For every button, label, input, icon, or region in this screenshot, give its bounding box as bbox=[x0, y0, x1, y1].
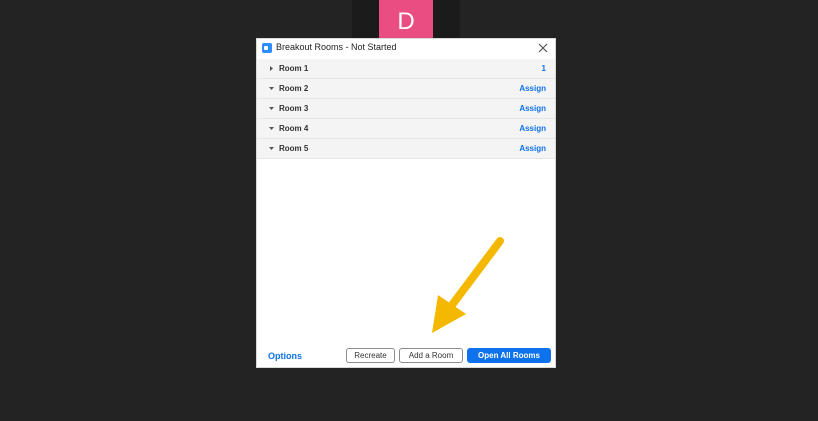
assign-link[interactable]: Assign bbox=[519, 84, 546, 93]
room-row[interactable]: Room 4 Assign bbox=[257, 119, 555, 139]
assign-link[interactable]: Assign bbox=[519, 144, 546, 153]
room-row[interactable]: Room 3 Assign bbox=[257, 99, 555, 119]
room-row[interactable]: Room 2 Assign bbox=[257, 79, 555, 99]
caret-down-icon[interactable] bbox=[268, 85, 275, 92]
recreate-button[interactable]: Recreate bbox=[346, 348, 395, 363]
caret-right-icon[interactable] bbox=[268, 65, 275, 72]
room-row[interactable]: Room 1 1 bbox=[257, 59, 555, 79]
zoom-app-icon bbox=[262, 43, 272, 53]
annotation-arrow-icon bbox=[432, 237, 504, 333]
rooms-list: Room 1 1 Room 2 Assign Room 3 Assign Roo… bbox=[257, 59, 555, 159]
room-label: Room 3 bbox=[279, 104, 309, 113]
room-row[interactable]: Room 5 Assign bbox=[257, 139, 555, 159]
room-label: Room 2 bbox=[279, 84, 309, 93]
open-all-rooms-button[interactable]: Open All Rooms bbox=[467, 348, 551, 363]
participant-avatar: D bbox=[379, 0, 433, 40]
caret-down-icon[interactable] bbox=[268, 105, 275, 112]
assign-link[interactable]: Assign bbox=[519, 124, 546, 133]
breakout-rooms-dialog: Breakout Rooms - Not Started Room 1 1 Ro… bbox=[256, 38, 556, 368]
room-label: Room 4 bbox=[279, 124, 309, 133]
assign-link[interactable]: Assign bbox=[519, 104, 546, 113]
add-room-button[interactable]: Add a Room bbox=[399, 348, 463, 363]
dialog-footer: Options Recreate Add a Room Open All Roo… bbox=[257, 347, 555, 367]
options-link[interactable]: Options bbox=[268, 351, 302, 361]
close-icon[interactable] bbox=[536, 41, 550, 55]
room-label: Room 1 bbox=[279, 64, 309, 73]
room-label: Room 5 bbox=[279, 144, 309, 153]
caret-down-icon[interactable] bbox=[268, 125, 275, 132]
caret-down-icon[interactable] bbox=[268, 145, 275, 152]
dialog-titlebar: Breakout Rooms - Not Started bbox=[257, 39, 555, 59]
room-participant-count: 1 bbox=[541, 64, 546, 73]
dialog-title: Breakout Rooms - Not Started bbox=[276, 42, 397, 52]
